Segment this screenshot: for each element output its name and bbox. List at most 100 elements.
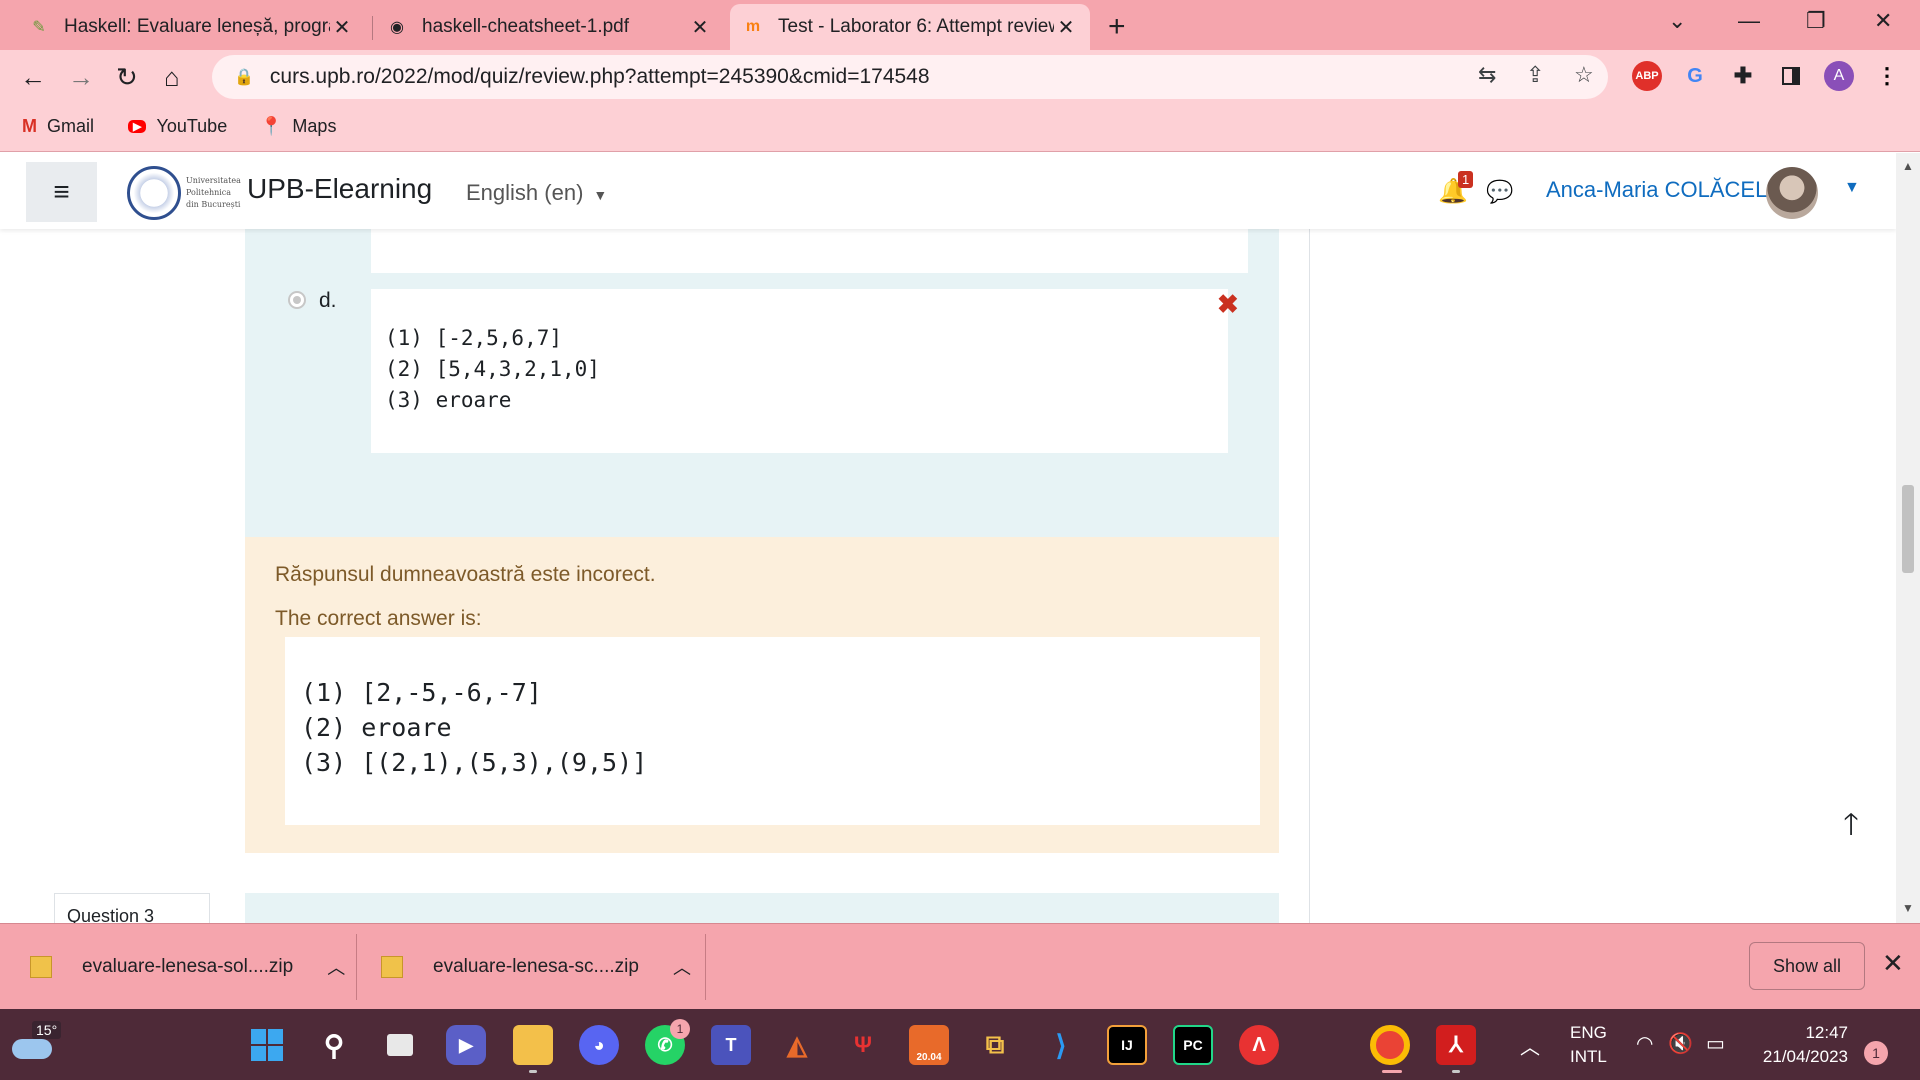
- answer-line: (3) eroare: [385, 388, 512, 412]
- zip-file-icon: [381, 956, 403, 978]
- show-all-downloads-button[interactable]: Show all: [1749, 942, 1865, 990]
- youtube-icon: ▶: [128, 120, 147, 133]
- battery-icon[interactable]: ▭: [1706, 1031, 1725, 1056]
- correct-answer-line: (1) [2,-5,-6,-7]: [301, 678, 542, 707]
- tab-title: Test - Laborator 6: Attempt review: [778, 16, 1054, 37]
- chevron-down-icon: ▼: [589, 187, 608, 203]
- home-icon[interactable]: ⌂: [164, 62, 180, 93]
- bookmarks-bar: M Gmail ▶ YouTube 📍 Maps: [0, 104, 1920, 152]
- scrollbar-thumb[interactable]: [1902, 485, 1914, 573]
- chevron-up-icon[interactable]: ︿: [327, 954, 345, 980]
- reload-icon[interactable]: ↻: [116, 62, 138, 93]
- tray-overflow-chevron-icon[interactable]: ︿: [1520, 1031, 1540, 1060]
- correct-answer-line: (2) eroare: [301, 713, 452, 742]
- intellij-icon[interactable]: IJ: [1107, 1025, 1147, 1065]
- microsoft-teams-icon[interactable]: T: [711, 1025, 751, 1065]
- adblock-plus-icon[interactable]: ABP: [1632, 61, 1662, 91]
- bookmark-youtube[interactable]: ▶ YouTube: [128, 116, 227, 137]
- scroll-down-arrow-icon[interactable]: ▼: [1902, 901, 1914, 915]
- tab-haskell-lazy[interactable]: ✎ Haskell: Evaluare leneșă, program ✕: [16, 4, 366, 50]
- vscode-icon[interactable]: ⟩: [1041, 1025, 1081, 1065]
- acrobat-icon[interactable]: ⅄: [1436, 1025, 1476, 1065]
- download-separator: [705, 934, 706, 1000]
- input-language-indicator[interactable]: ENG INTL: [1570, 1021, 1607, 1069]
- clock-time: 12:47: [1805, 1023, 1848, 1042]
- answer-line: (1) [-2,5,6,7]: [385, 326, 563, 350]
- site-name[interactable]: UPB-Elearning: [247, 173, 432, 205]
- close-tab-icon[interactable]: ✕: [1054, 15, 1078, 40]
- new-tab-button[interactable]: +: [1108, 10, 1126, 44]
- upb-logo[interactable]: [127, 166, 181, 220]
- user-avatar[interactable]: [1766, 167, 1818, 219]
- speaker-muted-icon[interactable]: 🔇: [1668, 1031, 1693, 1056]
- extensions-puzzle-icon[interactable]: ✚: [1728, 61, 1758, 91]
- scroll-up-arrow-icon[interactable]: ▲: [1902, 159, 1914, 173]
- pycharm-icon[interactable]: PC: [1173, 1025, 1213, 1065]
- discord-icon[interactable]: ◕: [579, 1025, 619, 1065]
- option-d-radio[interactable]: [288, 291, 306, 309]
- windows-start-icon[interactable]: [247, 1025, 287, 1065]
- haskell-icon: ✎: [32, 19, 46, 36]
- browser-menu-icon[interactable]: ⋮: [1872, 61, 1902, 91]
- tab-quiz-review[interactable]: m Test - Laborator 6: Attempt review ✕: [730, 4, 1090, 50]
- correct-answer-block: (1) [2,-5,-6,-7] (2) eroare (3) [(2,1),(…: [285, 637, 1260, 825]
- chevron-up-icon[interactable]: ︿: [673, 954, 691, 980]
- globe-icon: ◉: [390, 19, 404, 36]
- google-translate-extension-icon[interactable]: G: [1680, 61, 1710, 91]
- hamburger-menu-button[interactable]: ≡: [26, 162, 97, 222]
- messages-chat-icon[interactable]: 💬: [1486, 179, 1513, 205]
- weather-temperature: 15°: [32, 1021, 62, 1039]
- close-tab-icon[interactable]: ✕: [688, 15, 712, 40]
- chrome-icon[interactable]: [1370, 1025, 1410, 1065]
- bookmark-star-icon[interactable]: ☆: [1574, 62, 1594, 88]
- close-downloads-icon[interactable]: ✕: [1882, 948, 1904, 979]
- question-3-box: [245, 893, 1279, 923]
- close-window-button[interactable]: ✕: [1874, 8, 1892, 34]
- user-name[interactable]: Anca-Maria COLĂCEL: [1546, 177, 1767, 203]
- url-text: curs.upb.ro/2022/mod/quiz/review.php?att…: [269, 65, 930, 88]
- task-view-icon[interactable]: [380, 1025, 420, 1065]
- lock-icon[interactable]: 🔒: [234, 67, 254, 87]
- download-item[interactable]: evaluare-lenesa-sol....zip ︿: [30, 924, 345, 1010]
- back-arrow-icon[interactable]: ←: [20, 62, 46, 93]
- back-to-top-button[interactable]: 🡑: [1814, 790, 1888, 864]
- tab-search-chevron-icon[interactable]: ⌄: [1668, 8, 1686, 34]
- wifi-icon[interactable]: ◠: [1636, 1031, 1653, 1056]
- upb-logo-text: Universitatea Politehnica din București: [186, 176, 241, 209]
- virtualbox-icon[interactable]: ⧉: [975, 1025, 1015, 1065]
- tab-haskell-cheatsheet[interactable]: ◉ haskell-cheatsheet-1.pdf ✕: [374, 4, 724, 50]
- close-tab-icon[interactable]: ✕: [330, 15, 354, 40]
- translate-icon[interactable]: ⇆: [1478, 62, 1496, 88]
- racket-icon[interactable]: Ψ: [843, 1025, 883, 1065]
- notification-center-badge[interactable]: 1: [1864, 1041, 1888, 1065]
- share-icon[interactable]: ⇪: [1526, 62, 1544, 88]
- ubuntu-icon[interactable]: 20.04: [909, 1025, 949, 1065]
- matlab-icon[interactable]: ◭: [777, 1025, 817, 1065]
- profile-avatar[interactable]: A: [1824, 61, 1854, 91]
- incorrect-cross-icon: ✖: [1217, 289, 1239, 319]
- windows-taskbar: 15° ⚲ ▶ ◕ ✆ 1 T ◭ Ψ 20.04 ⧉ ⟩ IJ PC Λ ⅄ …: [0, 1009, 1920, 1080]
- forward-arrow-icon[interactable]: →: [68, 62, 94, 93]
- file-explorer-icon[interactable]: [513, 1025, 553, 1065]
- search-icon[interactable]: ⚲: [314, 1025, 354, 1065]
- bookmark-gmail[interactable]: M Gmail: [22, 116, 94, 137]
- question-answer-box: d. (1) [-2,5,6,7] (2) [5,4,3,2,1,0] (3) …: [245, 229, 1279, 565]
- running-indicator-active: [1382, 1070, 1402, 1073]
- language-selector[interactable]: English (en) ▼: [466, 180, 607, 206]
- arch-app-icon[interactable]: Λ: [1239, 1025, 1279, 1065]
- restore-button[interactable]: ❐: [1806, 8, 1826, 34]
- teams-chat-icon[interactable]: ▶: [446, 1025, 486, 1065]
- user-menu-chevron-down-icon[interactable]: ▼: [1844, 179, 1860, 197]
- download-item[interactable]: evaluare-lenesa-sc....zip ︿: [381, 924, 691, 1010]
- bookmark-maps[interactable]: 📍 Maps: [260, 116, 336, 137]
- side-panel-icon[interactable]: [1776, 61, 1806, 91]
- page-scrollbar[interactable]: ▲ ▼: [1896, 153, 1920, 923]
- minimize-button[interactable]: —: [1738, 8, 1760, 34]
- feedback-box: Răspunsul dumneavoastră este incorect. T…: [245, 537, 1279, 853]
- download-filename: evaluare-lenesa-sc....zip: [433, 956, 639, 977]
- system-clock[interactable]: 12:47 21/04/2023: [1752, 1021, 1848, 1069]
- bookmark-label: Gmail: [47, 116, 95, 136]
- address-bar[interactable]: 🔒 curs.upb.ro/2022/mod/quiz/review.php?a…: [212, 55, 1608, 99]
- bookmark-label: Maps: [292, 116, 337, 136]
- zip-file-icon: [30, 956, 52, 978]
